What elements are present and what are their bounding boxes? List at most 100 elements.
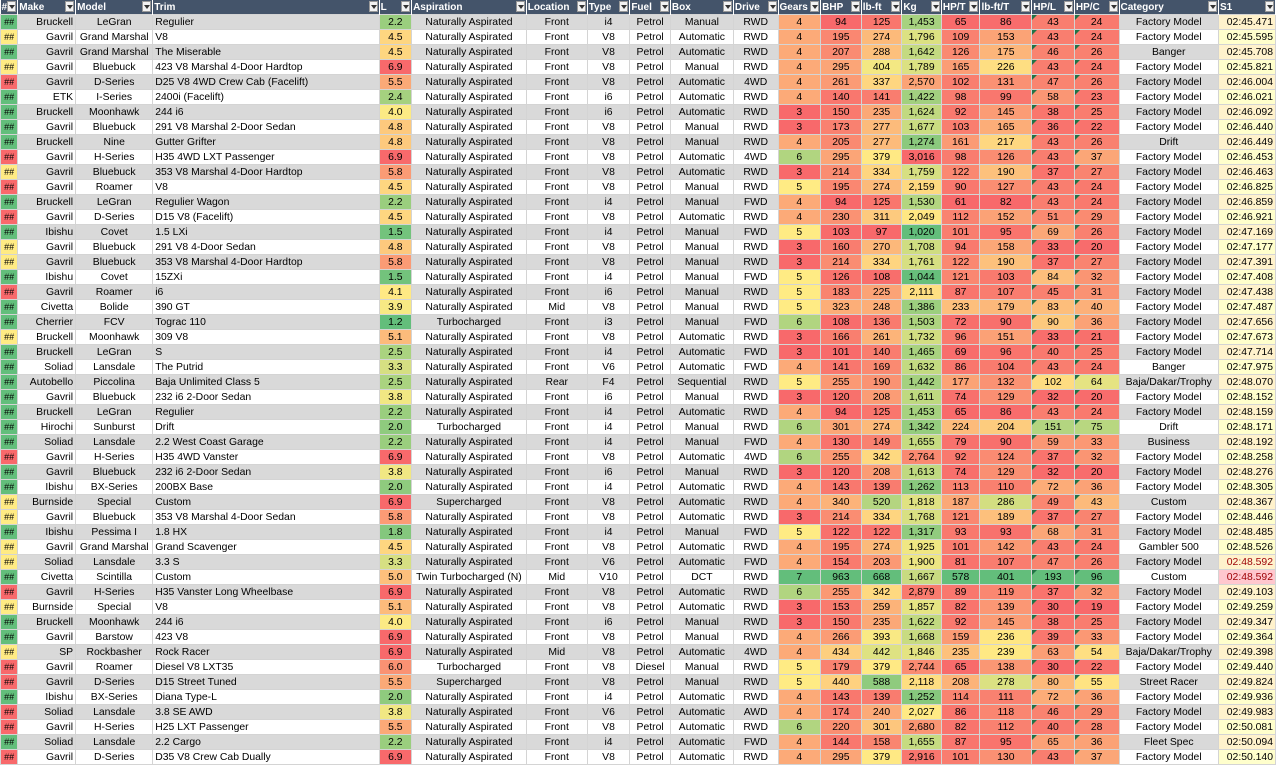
cell-box[interactable]: Automatic <box>669 719 734 735</box>
cell-kg[interactable]: 1,530 <box>901 194 942 210</box>
cell-bhp[interactable]: 173 <box>820 119 862 135</box>
table-row[interactable]: ## Gavril Roamer Diesel V8 LXT35 6.0 Turbocha… <box>0 659 1276 675</box>
cell-gears[interactable]: 6 <box>777 314 822 330</box>
cell-hpt[interactable]: 74 <box>940 389 981 405</box>
cell-hpl[interactable]: 37 <box>1031 254 1075 270</box>
cell-hpc[interactable]: 24 <box>1073 14 1120 30</box>
cell-bhp[interactable]: 101 <box>820 344 862 360</box>
cell-box[interactable]: Manual <box>669 434 734 450</box>
cell-hpl[interactable]: 43 <box>1031 179 1075 195</box>
cell-lbft[interactable]: 342 <box>860 449 903 465</box>
header-box[interactable]: Box <box>670 0 734 15</box>
cell-category[interactable]: Factory Model <box>1118 269 1219 285</box>
cell-l[interactable]: 3.8 <box>378 704 413 720</box>
cell-make[interactable]: Gavril <box>17 449 77 465</box>
cell-aspiration[interactable]: Naturally Aspirated <box>411 29 527 45</box>
cell-l[interactable]: 2.2 <box>378 194 413 210</box>
cell-hpl[interactable]: 151 <box>1031 419 1075 435</box>
cell-type[interactable]: V8 <box>586 494 631 510</box>
cell-bhp[interactable]: 94 <box>820 14 862 30</box>
cell-category[interactable]: Factory Model <box>1118 29 1219 45</box>
cell-gears[interactable]: 5 <box>777 374 822 390</box>
cell-lbft[interactable]: 442 <box>860 644 903 660</box>
cell-model[interactable]: D-Series <box>75 749 154 765</box>
cell-lbft[interactable]: 334 <box>860 164 903 180</box>
cell-hpl[interactable]: 102 <box>1031 374 1075 390</box>
cell-lbftt[interactable]: 179 <box>979 299 1033 315</box>
cell-category[interactable]: Factory Model <box>1118 614 1219 630</box>
cell-hpl[interactable]: 43 <box>1031 149 1075 165</box>
cell-fuel[interactable]: Petrol <box>629 104 671 120</box>
cell-hpc[interactable]: 24 <box>1073 59 1120 75</box>
cell-aspiration[interactable]: Naturally Aspirated <box>411 134 527 150</box>
cell-trim[interactable]: 353 V8 Marshal 4-Door Hardtop <box>152 254 380 270</box>
cell-bhp[interactable]: 205 <box>820 134 862 150</box>
cell-fuel[interactable]: Petrol <box>629 404 671 420</box>
cell-kg[interactable]: 1,677 <box>901 119 942 135</box>
cell-trim[interactable]: Grand Scavenger <box>152 539 380 555</box>
cell-hpt[interactable]: 86 <box>940 704 981 720</box>
cell-hpt[interactable]: 93 <box>940 524 981 540</box>
table-row[interactable]: ## Ibishu BX-Series 200BX Base 2.0 Naturally … <box>0 479 1276 495</box>
cell-box[interactable]: Automatic <box>669 584 734 600</box>
cell-hpl[interactable]: 69 <box>1031 224 1075 240</box>
cell-trim[interactable]: H35 4WD Vanster <box>152 449 380 465</box>
cell-bhp[interactable]: 94 <box>820 194 862 210</box>
cell-lbft[interactable]: 261 <box>860 329 903 345</box>
cell-drive[interactable]: 4WD <box>732 149 779 165</box>
cell-make[interactable]: Soliad <box>17 734 77 750</box>
cell-drive[interactable]: RWD <box>732 494 779 510</box>
table-row[interactable]: ## Gavril Grand Marshal Grand Scavenger 4.5 N… <box>0 539 1276 555</box>
cell-l[interactable]: 4.8 <box>378 239 413 255</box>
table-row[interactable]: ## Gavril Bluebuck 291 V8 4-Door Sedan 4.8 Na… <box>0 239 1276 255</box>
cell-s1[interactable]: 02:49.259 <box>1217 599 1276 615</box>
cell-lbft[interactable]: 311 <box>860 209 903 225</box>
cell-fuel[interactable]: Petrol <box>629 539 671 555</box>
cell-bhp[interactable]: 220 <box>820 719 862 735</box>
cell-fuel[interactable]: Petrol <box>629 419 671 435</box>
cell-lbftt[interactable]: 278 <box>979 674 1033 690</box>
cell-lbft[interactable]: 125 <box>860 14 903 30</box>
cell-type[interactable]: i6 <box>586 89 631 105</box>
cell-aspiration[interactable]: Naturally Aspirated <box>411 719 527 735</box>
cell-hpc[interactable]: 37 <box>1073 149 1120 165</box>
cell-kg[interactable]: 1,667 <box>901 569 942 585</box>
cell-model[interactable]: Barstow <box>75 629 154 645</box>
cell-kg[interactable]: 2,027 <box>901 704 942 720</box>
cell-aspiration[interactable]: Naturally Aspirated <box>411 524 527 540</box>
cell-bhp[interactable]: 160 <box>820 239 862 255</box>
cell-location[interactable]: Front <box>525 524 588 540</box>
cell-gears[interactable]: 6 <box>777 584 822 600</box>
table-row[interactable]: ## Bruckell Moonhawk 244 i6 4.0 Naturally Asp… <box>0 614 1276 630</box>
cell-type[interactable]: V6 <box>586 554 631 570</box>
cell-drive[interactable]: RWD <box>732 119 779 135</box>
cell-category[interactable]: Factory Model <box>1118 239 1219 255</box>
cell-bhp[interactable]: 295 <box>820 749 862 765</box>
table-row[interactable]: ## Bruckell LeGran S 2.5 Naturally Aspirated F… <box>0 344 1276 360</box>
cell-l[interactable]: 6.9 <box>378 584 413 600</box>
cell-trim[interactable]: 1.5 LXi <box>152 224 380 240</box>
cell-category[interactable]: Factory Model <box>1118 479 1219 495</box>
cell-drive[interactable]: RWD <box>732 134 779 150</box>
cell-bhp[interactable]: 266 <box>820 629 862 645</box>
cell-box[interactable]: Manual <box>669 119 734 135</box>
header-hpl[interactable]: HP/L <box>1031 0 1075 15</box>
cell-fuel[interactable]: Petrol <box>629 29 671 45</box>
cell-hpt[interactable]: 87 <box>940 284 981 300</box>
cell-box[interactable]: DCT <box>669 569 734 585</box>
cell-category[interactable]: Factory Model <box>1118 284 1219 300</box>
cell-fuel[interactable]: Diesel <box>629 659 671 675</box>
cell-box[interactable]: Manual <box>669 284 734 300</box>
cell-lbft[interactable]: 288 <box>860 44 903 60</box>
cell-bhp[interactable]: 230 <box>820 209 862 225</box>
cell-l[interactable]: 2.0 <box>378 689 413 705</box>
cell-box[interactable]: Automatic <box>669 329 734 345</box>
cell-lbft[interactable]: 136 <box>860 314 903 330</box>
cell-lbftt[interactable]: 96 <box>979 344 1033 360</box>
table-row[interactable]: ## SP Rockbasher Rock Racer 6.9 Naturally Asp… <box>0 644 1276 660</box>
table-row[interactable]: ## Gavril H-Series H25 LXT Passenger 5.5 Natu… <box>0 719 1276 735</box>
cell-type[interactable]: i3 <box>586 314 631 330</box>
cell-bhp[interactable]: 140 <box>820 89 862 105</box>
cell-s1[interactable]: 02:48.592 <box>1217 554 1276 570</box>
cell-aspiration[interactable]: Twin Turbocharged (N) <box>411 569 527 585</box>
